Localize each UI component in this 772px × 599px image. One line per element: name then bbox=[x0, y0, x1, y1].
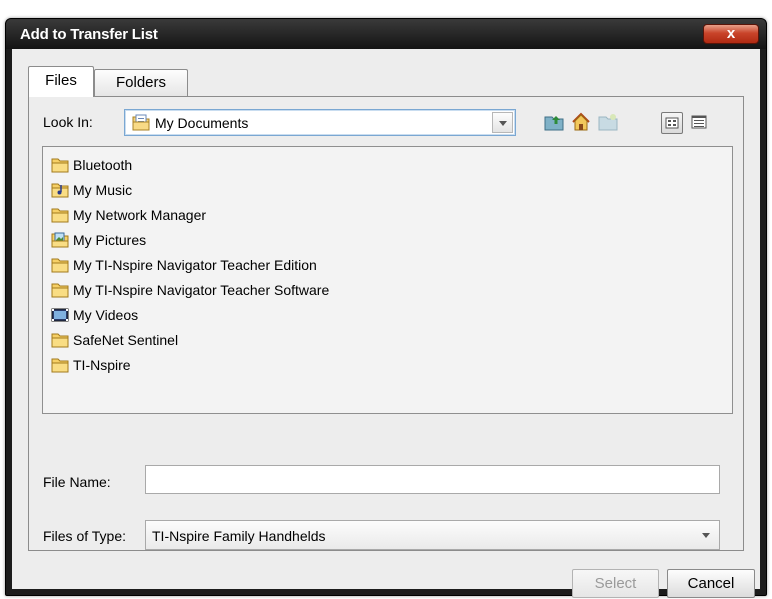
file-list[interactable]: Bluetooth My Music My Network Manager My… bbox=[42, 146, 733, 414]
list-item[interactable]: My TI-Nspire Navigator Teacher Software bbox=[51, 279, 329, 301]
file-name: My Videos bbox=[73, 307, 139, 323]
files-of-type-dropdown[interactable]: TI-Nspire Family Handhelds bbox=[145, 520, 720, 550]
dialog-title: Add to Transfer List bbox=[20, 26, 158, 43]
add-to-transfer-list-dialog: Add to Transfer List x Files Folders Loo… bbox=[5, 18, 767, 598]
list-item[interactable]: Bluetooth bbox=[51, 154, 132, 176]
details-view-icon[interactable] bbox=[689, 112, 711, 134]
chevron-down-icon[interactable] bbox=[696, 525, 717, 546]
file-name-field[interactable] bbox=[145, 465, 720, 494]
files-panel: Look In: My Documents Bluetooth My Music… bbox=[28, 96, 744, 551]
file-name-label: File Name: bbox=[43, 474, 111, 490]
folder-icon bbox=[51, 208, 69, 223]
list-item[interactable]: SafeNet Sentinel bbox=[51, 329, 178, 351]
list-item[interactable]: My Videos bbox=[51, 304, 138, 326]
file-name: My Pictures bbox=[73, 232, 147, 248]
cancel-button[interactable]: Cancel bbox=[667, 569, 755, 598]
pictures-folder-icon bbox=[51, 232, 69, 248]
file-name: My TI-Nspire Navigator Teacher Edition bbox=[73, 257, 317, 273]
list-item[interactable]: My Network Manager bbox=[51, 204, 206, 226]
look-in-label: Look In: bbox=[43, 114, 93, 130]
select-button: Select bbox=[572, 569, 659, 598]
look-in-dropdown[interactable]: My Documents bbox=[124, 109, 516, 136]
file-name: SafeNet Sentinel bbox=[73, 332, 179, 348]
files-of-type-value: TI-Nspire Family Handhelds bbox=[152, 528, 326, 544]
documents-folder-icon bbox=[132, 114, 150, 134]
new-folder-icon bbox=[597, 111, 619, 133]
files-of-type-label: Files of Type: bbox=[43, 528, 127, 544]
file-name: My TI-Nspire Navigator Teacher Software bbox=[73, 282, 330, 298]
dialog-body: Files Folders Look In: My Documents Blue… bbox=[12, 49, 760, 598]
close-button[interactable]: x bbox=[703, 24, 759, 44]
title-bar[interactable]: Add to Transfer List x bbox=[6, 19, 766, 49]
list-view-icon[interactable] bbox=[661, 112, 683, 134]
folder-icon bbox=[51, 283, 69, 298]
file-name: My Network Manager bbox=[73, 207, 207, 223]
music-folder-icon bbox=[51, 183, 69, 198]
folder-icon bbox=[51, 258, 69, 273]
folder-icon bbox=[51, 358, 69, 373]
tab-folders[interactable]: Folders bbox=[94, 69, 188, 96]
file-name: TI-Nspire bbox=[73, 357, 131, 373]
chevron-down-icon[interactable] bbox=[492, 112, 513, 133]
list-item[interactable]: My TI-Nspire Navigator Teacher Edition bbox=[51, 254, 317, 276]
file-name-input[interactable] bbox=[146, 466, 719, 493]
list-item[interactable]: My Pictures bbox=[51, 229, 146, 251]
folder-icon bbox=[51, 158, 69, 173]
file-name: Bluetooth bbox=[73, 157, 133, 173]
up-folder-icon[interactable] bbox=[543, 111, 565, 133]
list-item[interactable]: My Music bbox=[51, 179, 132, 201]
look-in-value: My Documents bbox=[155, 115, 249, 131]
folder-icon bbox=[51, 333, 69, 348]
home-icon[interactable] bbox=[570, 111, 592, 133]
videos-folder-icon bbox=[51, 308, 69, 322]
list-item[interactable]: TI-Nspire bbox=[51, 354, 131, 376]
file-name: My Music bbox=[73, 182, 133, 198]
tab-files[interactable]: Files bbox=[28, 66, 94, 97]
